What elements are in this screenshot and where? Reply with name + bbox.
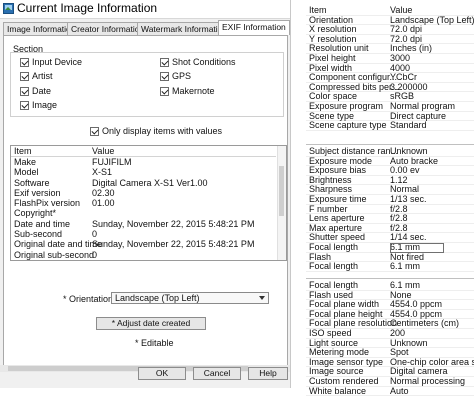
image-info-icon (3, 3, 14, 14)
exif-list-row-item: Date and time (14, 218, 71, 229)
column-header-item[interactable]: Item (14, 146, 32, 156)
exif-list-row-item: Original date and time (14, 239, 103, 250)
checkbox-gps-box[interactable] (160, 72, 169, 82)
checkbox-date[interactable]: Date (20, 86, 51, 97)
editable-note: * Editable (135, 338, 174, 348)
checkbox-makernote-box[interactable] (160, 87, 169, 97)
checkbox-artist-box[interactable] (20, 72, 29, 82)
column-header-value[interactable]: Value (92, 146, 114, 156)
checkbox-shot-conditions-box[interactable] (160, 58, 169, 68)
exif-list-row-value: 0 (92, 229, 98, 240)
grid-row[interactable]: Focal length 6.1 mm (306, 262, 474, 272)
exif-list-row-item: Make (14, 157, 37, 167)
checkbox-shot-conditions[interactable]: Shot Conditions (160, 57, 236, 68)
grid-row[interactable]: White balance Auto (306, 385, 474, 397)
exif-list-row[interactable]: FlashPix version 01.00 (11, 198, 276, 208)
orientation-value: Landscape (Top Left) (115, 293, 200, 303)
tab-strip: Image Information Creator Information Wa… (3, 20, 290, 35)
exif-list-header: Item Value (11, 146, 276, 157)
grid-row[interactable]: Scene capture type Standard (306, 121, 474, 131)
exif-list-row-item: Software (14, 177, 50, 188)
exif-list-row[interactable]: Exif version 02.30 (11, 188, 276, 198)
exif-list-row[interactable]: Model X-S1 (11, 167, 276, 177)
orientation-select[interactable]: Landscape (Top Left) (111, 292, 269, 304)
exif-list-scroll-thumb[interactable] (279, 166, 284, 216)
exif-list-row-value: 02.30 (92, 187, 115, 198)
exif-list-row-item: Model (14, 167, 39, 178)
exif-list-row-item: Sub-second (14, 229, 63, 240)
grid-row-value: Standard (390, 120, 427, 131)
exif-list-row-value: Digital Camera X-S1 Ver1.00 (92, 177, 208, 188)
checkbox-date-box[interactable] (20, 87, 29, 97)
exif-list-row-value: Sunday, November 22, 2015 5:48:21 PM (92, 218, 255, 229)
checkbox-artist[interactable]: Artist (20, 71, 53, 82)
exif-list-row-item: Exif version (14, 187, 61, 198)
grid-section-3: Focal length 6.1 mm Flash used None Focal pl… (306, 281, 474, 412)
checkbox-gps[interactable]: GPS (160, 71, 191, 82)
grid-row-item: Focal length (309, 261, 359, 272)
exif-list-row[interactable]: Sub-second 0 (11, 229, 276, 239)
grid-row-value: Auto (390, 385, 409, 396)
grid-row-item: White balance (309, 385, 367, 396)
checkbox-only-values[interactable]: Only display items with values (90, 126, 222, 137)
exif-list-row-value: X-S1 (92, 167, 113, 178)
exif-property-grid[interactable]: Item Value Orientation Landscape (Top Lef… (306, 0, 474, 412)
chevron-down-icon (259, 296, 265, 300)
exif-list[interactable]: Item Value Make FUJIFILM Model X-S1 Software… (10, 145, 287, 261)
exif-list-scrollbar[interactable] (277, 146, 286, 260)
exif-list-row[interactable]: Copyright* (11, 208, 276, 218)
grid-row-value: 6.1 mm (390, 261, 421, 272)
exif-list-row-item: Original sub-second (14, 249, 95, 260)
help-button[interactable]: Help (248, 367, 288, 380)
checkbox-input-device-box[interactable] (20, 58, 29, 68)
grid-section-2: Subject distance ran... Unknown Exposure m… (306, 147, 474, 276)
exif-list-row[interactable]: Original date and time Sunday, November 2… (11, 239, 276, 249)
ok-button[interactable]: OK (138, 367, 186, 380)
exif-list-row-value: Sunday, November 22, 2015 5:48:21 PM (92, 239, 255, 250)
grid-separator-1 (306, 144, 474, 145)
exif-list-row[interactable]: Digitized date and timeSunday, November … (11, 260, 276, 261)
checkbox-image[interactable]: Image (20, 100, 57, 111)
exif-list-row-value: Sunday, November 22, 2015 5:48:21 PM (92, 260, 254, 261)
title-bar[interactable]: Current Image Information (0, 0, 290, 19)
cancel-button[interactable]: Cancel (193, 367, 241, 380)
exif-list-row-value: FUJIFILM (92, 157, 132, 167)
checkbox-image-box[interactable] (20, 101, 29, 111)
image-info-dialog: Current Image Information Image Informat… (0, 0, 291, 388)
tab-exif-information[interactable]: EXIF Information (218, 20, 290, 35)
grid-separator-2 (306, 278, 474, 279)
checkbox-makernote[interactable]: Makernote (160, 86, 215, 97)
exif-list-rows: Make FUJIFILM Model X-S1 Software Digital Cam… (11, 157, 276, 261)
window-title: Current Image Information (17, 1, 158, 15)
grid-section-1: Item Value Orientation Landscape (Top Lef… (306, 6, 474, 143)
tab-watermark-information[interactable]: Watermark Information (137, 22, 232, 35)
checkbox-input-device[interactable]: Input Device (20, 57, 82, 68)
exif-list-row-item: Copyright* (14, 208, 57, 219)
checkbox-only-values-box[interactable] (90, 127, 99, 137)
exif-list-row[interactable]: Make FUJIFILM (11, 157, 276, 167)
exif-list-row-value: 0 (92, 249, 98, 260)
exif-list-row-item: Digitized date and time (14, 260, 106, 261)
exif-list-row[interactable]: Software Digital Camera X-S1 Ver1.00 (11, 178, 276, 188)
exif-list-row-value: 01.00 (92, 198, 115, 209)
exif-list-row[interactable]: Original sub-second 0 (11, 250, 276, 260)
grid-section-1-rows: Orientation Landscape (Top Left) X resolut… (306, 15, 474, 131)
grid-row-item: Scene capture type (309, 120, 387, 131)
orientation-label: * Orientation (63, 294, 114, 304)
adjust-date-button[interactable]: * Adjust date created (96, 317, 206, 330)
exif-list-row-item: FlashPix version (14, 198, 81, 209)
exif-list-row[interactable]: Date and time Sunday, November 22, 2015 5… (11, 219, 276, 229)
